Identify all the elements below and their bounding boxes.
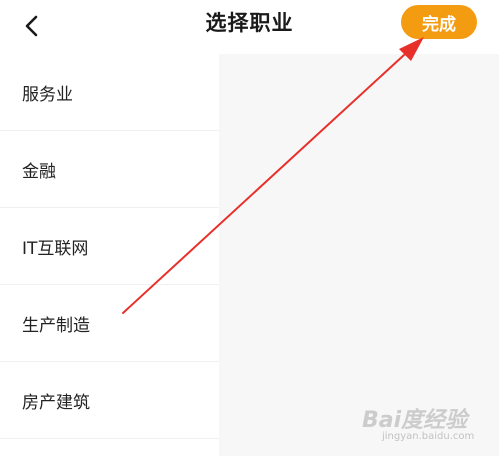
category-item-manufacturing[interactable]: 生产制造	[0, 285, 219, 362]
category-label: 房产建筑	[22, 392, 90, 413]
category-label: 金融	[22, 161, 56, 182]
top-bar: 选择职业 完成	[0, 0, 499, 52]
category-list: 服务业 金融 IT互联网 生产制造 房产建筑	[0, 54, 219, 456]
category-item-service[interactable]: 服务业	[0, 54, 219, 131]
back-button[interactable]	[14, 8, 50, 44]
subcategory-panel	[219, 54, 499, 456]
category-label: 生产制造	[22, 315, 90, 336]
category-item-real-estate[interactable]: 房产建筑	[0, 362, 219, 439]
category-label: 服务业	[22, 84, 73, 105]
category-item-finance[interactable]: 金融	[0, 131, 219, 208]
chevron-left-icon	[25, 15, 38, 37]
category-item-it-internet[interactable]: IT互联网	[0, 208, 219, 285]
category-label: IT互联网	[22, 238, 89, 259]
done-button[interactable]: 完成	[401, 5, 477, 39]
